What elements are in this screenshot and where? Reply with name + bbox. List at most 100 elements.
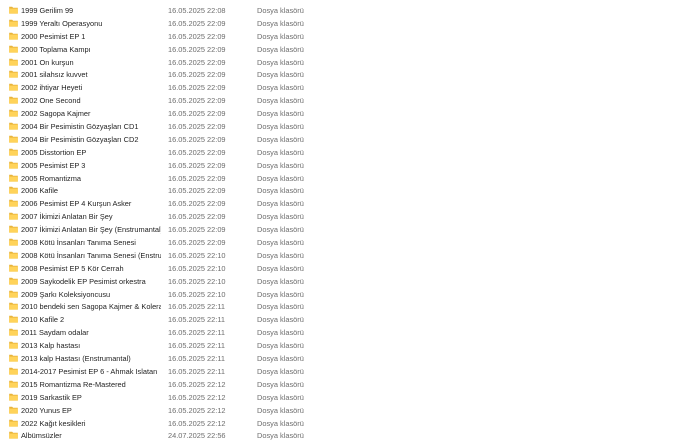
- item-name: 2013 Kalp hastası: [21, 341, 81, 351]
- item-type: Dosya klasörü: [257, 405, 304, 415]
- folder-icon: [9, 19, 18, 27]
- list-item[interactable]: 2001 silahsız kuvvet 16.05.2025 22:09 Do…: [0, 68, 340, 81]
- item-type: Dosya klasörü: [257, 147, 304, 157]
- folder-icon: [9, 32, 18, 40]
- folder-icon: [9, 84, 18, 91]
- item-type: Dosya klasörü: [257, 70, 304, 80]
- folder-icon: [9, 316, 18, 323]
- item-type: Dosya klasörü: [257, 96, 304, 106]
- list-item[interactable]: 2011 Saydam odalar 16.05.2025 22:11 Dosy…: [0, 326, 340, 339]
- item-date-modified: 16.05.2025 22:09: [168, 134, 226, 144]
- list-item[interactable]: 2005 Pesimist EP 3 16.05.2025 22:09 Dosy…: [0, 159, 340, 172]
- folder-icon: [9, 213, 18, 220]
- item-name: 2015 Romantizma Re-Mastered: [21, 379, 126, 389]
- list-item[interactable]: 2002 ihtiyar Heyeti 16.05.2025 22:09 Dos…: [0, 81, 340, 94]
- item-date-modified: 16.05.2025 22:09: [168, 83, 226, 93]
- folder-icon: [9, 393, 18, 401]
- item-name: 2013 kalp Hastası (Enstrumantal): [21, 354, 131, 364]
- item-date-modified: 16.05.2025 22:12: [168, 405, 226, 415]
- item-type: Dosya klasörü: [257, 263, 304, 273]
- list-item[interactable]: 2006 Pesimist EP 4 Kurşun Asker 16.05.20…: [0, 197, 340, 210]
- item-name: 2004 Bir Pesimistin Gözyaşları CD1: [21, 122, 139, 132]
- list-item[interactable]: 2010 bendeki sen Sagopa Kajmer & Kolera …: [0, 300, 340, 313]
- list-item[interactable]: 2008 Kötü İnsanları Tanıma Senesi (Enstr…: [0, 249, 340, 262]
- item-name: 2006 Kafile: [21, 186, 58, 196]
- item-type: Dosya klasörü: [257, 44, 304, 54]
- item-name: 2009 Şarkı Koleksiyoncusu: [21, 289, 111, 299]
- list-item[interactable]: 2020 Yunus EP 16.05.2025 22:12 Dosya kla…: [0, 404, 340, 417]
- list-item[interactable]: 2008 Kötü İnsanları Tanıma Senesi 16.05.…: [0, 236, 340, 249]
- item-name: 1999 Yeraltı Operasyonu: [21, 18, 103, 28]
- folder-icon: [9, 174, 18, 182]
- item-type: Dosya klasörü: [257, 418, 304, 428]
- item-date-modified: 16.05.2025 22:09: [168, 212, 226, 222]
- list-item[interactable]: 2022 Kağıt kesikleri 16.05.2025 22:12 Do…: [0, 417, 340, 430]
- item-type: Dosya klasörü: [257, 302, 304, 312]
- item-name: 2010 bendeki sen Sagopa Kajmer & Kolera: [21, 302, 161, 312]
- list-item[interactable]: 2008 Pesimist EP 5 Kör Cerrah 16.05.2025…: [0, 262, 340, 275]
- item-type: Dosya klasörü: [257, 431, 304, 441]
- list-item[interactable]: 2009 Saykodelik EP Pesimist orkestra 16.…: [0, 275, 340, 288]
- item-date-modified: 16.05.2025 22:10: [168, 263, 226, 273]
- list-item[interactable]: 2013 kalp Hastası (Enstrumantal) 16.05.2…: [0, 352, 340, 365]
- item-type: Dosya klasörü: [257, 315, 304, 325]
- folder-icon: [9, 200, 18, 207]
- item-name: 2002 ihtiyar Heyeti: [21, 83, 83, 93]
- file-list: 1999 Gerilim 99 16.05.2025 22:08 Dosya k…: [0, 4, 690, 442]
- list-item[interactable]: 2015 Romantizma Re-Mastered 16.05.2025 2…: [0, 378, 340, 391]
- list-item[interactable]: 2007 İkimizi Anlatan Bir Şey 16.05.2025 …: [0, 210, 340, 223]
- list-item[interactable]: 1999 Yeraltı Operasyonu 16.05.2025 22:09…: [0, 17, 340, 30]
- item-name: 2022 Kağıt kesikleri: [21, 418, 86, 428]
- item-type: Dosya klasörü: [257, 276, 304, 286]
- item-type: Dosya klasörü: [257, 341, 304, 351]
- folder-icon: [9, 251, 18, 259]
- folder-icon: [9, 380, 18, 388]
- item-type: Dosya klasörü: [257, 6, 304, 15]
- list-item[interactable]: 2013 Kalp hastası 16.05.2025 22:11 Dosya…: [0, 339, 340, 352]
- item-date-modified: 16.05.2025 22:09: [168, 225, 226, 235]
- item-date-modified: 16.05.2025 22:11: [168, 341, 225, 351]
- list-item[interactable]: 1999 Gerilim 99 16.05.2025 22:08 Dosya k…: [0, 4, 340, 17]
- item-name: 2004 Bir Pesimistin Gözyaşları CD2: [21, 134, 139, 144]
- folder-icon: [9, 58, 18, 66]
- item-name: 2008 Kötü İnsanları Tanıma Senesi (Enstr…: [21, 250, 161, 260]
- item-date-modified: 16.05.2025 22:12: [168, 379, 226, 389]
- folder-icon: [9, 419, 18, 427]
- list-item[interactable]: 2002 Sagopa Kajmer 16.05.2025 22:09 Dosy…: [0, 107, 340, 120]
- item-type: Dosya klasörü: [257, 366, 304, 376]
- list-item[interactable]: 2014-2017 Pesimist EP 6 - Ahmak Islatan …: [0, 365, 340, 378]
- item-type: Dosya klasörü: [257, 134, 304, 144]
- list-item[interactable]: 2002 One Second 16.05.2025 22:09 Dosya k…: [0, 94, 340, 107]
- item-date-modified: 16.05.2025 22:09: [168, 96, 226, 106]
- item-date-modified: 16.05.2025 22:10: [168, 276, 226, 286]
- item-date-modified: 16.05.2025 22:09: [168, 160, 226, 170]
- item-type: Dosya klasörü: [257, 109, 304, 119]
- item-type: Dosya klasörü: [257, 289, 304, 299]
- folder-icon: [9, 161, 18, 169]
- folder-icon: [9, 264, 18, 272]
- item-type: Dosya klasörü: [257, 392, 304, 402]
- list-item[interactable]: 2000 Toplama Kampı 16.05.2025 22:09 Dosy…: [0, 43, 340, 56]
- list-item[interactable]: 2004 Bir Pesimistin Gözyaşları CD1 16.05…: [0, 120, 340, 133]
- list-item[interactable]: Albümsüzler 24.07.2025 22:56 Dosya klasö…: [0, 429, 340, 442]
- folder-icon: [9, 6, 18, 14]
- list-item[interactable]: 2006 Kafile 16.05.2025 22:09 Dosya klasö…: [0, 184, 340, 197]
- list-item[interactable]: 2001 On kurşun 16.05.2025 22:09 Dosya kl…: [0, 56, 340, 69]
- list-item[interactable]: 2009 Şarkı Koleksiyoncusu 16.05.2025 22:…: [0, 288, 340, 301]
- list-item[interactable]: 2004 Bir Pesimistin Gözyaşları CD2 16.05…: [0, 133, 340, 146]
- item-type: Dosya klasörü: [257, 212, 304, 222]
- item-date-modified: 16.05.2025 22:09: [168, 199, 226, 209]
- item-date-modified: 16.05.2025 22:09: [168, 173, 226, 183]
- folder-icon: [9, 122, 18, 130]
- folder-icon: [9, 277, 18, 285]
- item-name: 2002 One Second: [21, 96, 81, 106]
- list-item[interactable]: 2019 Sarkastik EP 16.05.2025 22:12 Dosya…: [0, 391, 340, 404]
- list-item[interactable]: 2007 İkimizi Anlatan Bir Şey (Enstrumant…: [0, 223, 340, 236]
- list-item[interactable]: 2005 Disstortion EP 16.05.2025 22:09 Dos…: [0, 146, 340, 159]
- list-item[interactable]: 2000 Pesimist EP 1 16.05.2025 22:09 Dosy…: [0, 30, 340, 43]
- item-name: 2009 Saykodelik EP Pesimist orkestra: [21, 276, 146, 286]
- list-item[interactable]: 2005 Romantizma 16.05.2025 22:09 Dosya k…: [0, 172, 340, 185]
- item-type: Dosya klasörü: [257, 31, 304, 41]
- item-name: 2000 Toplama Kampı: [21, 44, 91, 54]
- list-item[interactable]: 2010 Kafile 2 16.05.2025 22:11 Dosya kla…: [0, 313, 340, 326]
